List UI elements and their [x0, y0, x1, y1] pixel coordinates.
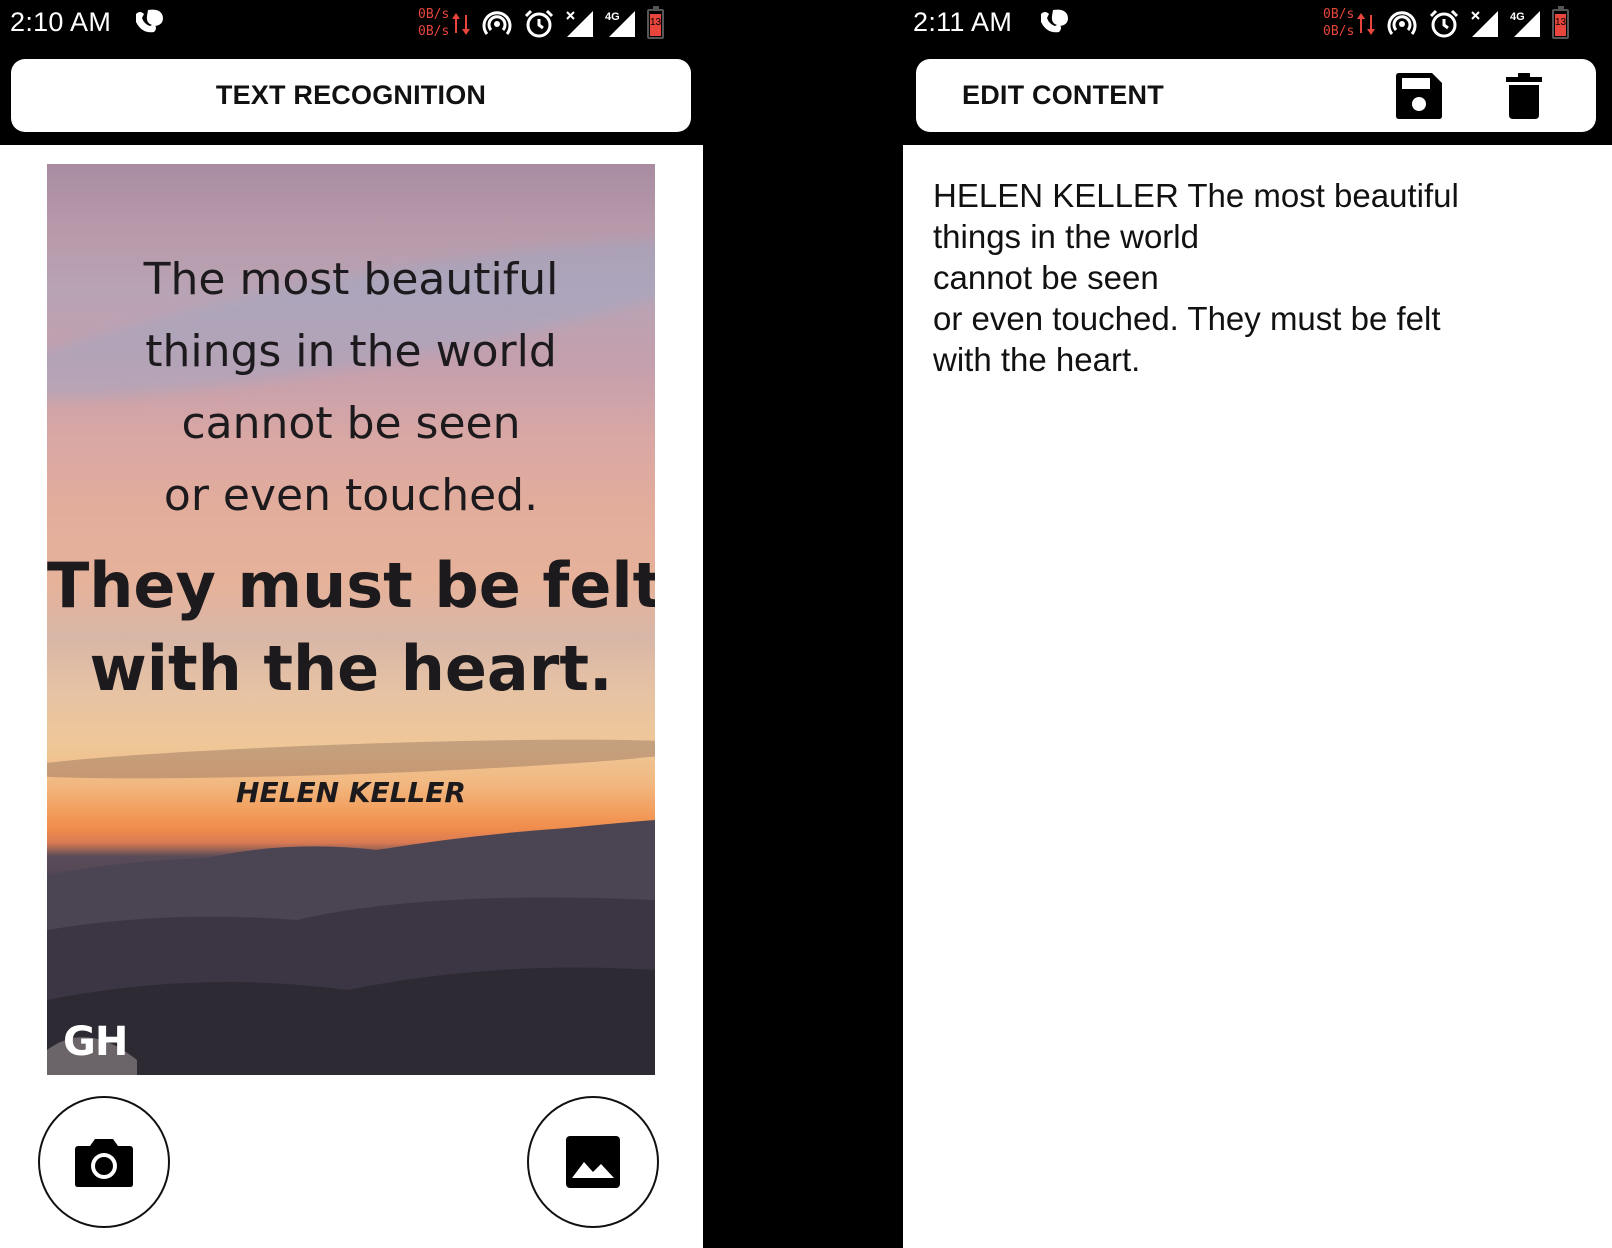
alarm-icon	[1429, 9, 1459, 38]
image-icon	[566, 1136, 620, 1188]
whatsapp-notification-icon	[1041, 9, 1068, 33]
content-text-editor[interactable]: HELEN KELLER The most beautiful things i…	[933, 175, 1533, 380]
svg-text:4G: 4G	[605, 11, 620, 23]
quote-image: The most beautiful things in the world c…	[47, 164, 655, 1075]
quote-line: The most beautiful	[143, 254, 559, 305]
signal-no-sim-icon	[1471, 11, 1498, 37]
edit-content-screen: 2:11 AM 0B/s 0B/s 4G 13 EDIT CONTENT HEL…	[903, 0, 1612, 1248]
signal-4g-icon: 4G	[1510, 11, 1540, 37]
delete-icon	[1506, 73, 1542, 119]
camera-icon	[75, 1139, 133, 1187]
app-bar: EDIT CONTENT	[916, 59, 1596, 132]
quote-line: with the heart.	[89, 632, 613, 705]
hotspot-icon	[1387, 11, 1417, 35]
status-time: 2:10 AM	[10, 7, 112, 37]
net-up-value: 0B/s	[418, 7, 450, 22]
data-transfer-icon	[1357, 13, 1375, 35]
gallery-button[interactable]	[527, 1096, 659, 1228]
text-recognition-screen: 2:10 AM 0B/s 0B/s 4G 13 TEXT RECOGNITION…	[0, 0, 703, 1248]
save-button[interactable]	[1394, 71, 1444, 121]
net-down-value: 0B/s	[1323, 24, 1355, 39]
page-title: TEXT RECOGNITION	[215, 80, 487, 110]
quote-line: things in the world	[145, 326, 557, 377]
alarm-icon	[524, 9, 554, 38]
network-speed: 0B/s 0B/s	[1323, 6, 1354, 40]
network-speed: 0B/s 0B/s	[418, 6, 449, 40]
battery-level: 13	[1554, 17, 1567, 28]
status-icons: 4G 13	[451, 6, 664, 42]
camera-button[interactable]	[38, 1096, 170, 1228]
main-content: HELEN KELLER The most beautiful things i…	[903, 145, 1612, 1248]
quote-line: cannot be seen	[181, 398, 521, 449]
status-time: 2:11 AM	[913, 7, 1013, 37]
signal-no-sim-icon	[566, 11, 593, 37]
quote-author: HELEN KELLER	[236, 776, 466, 809]
signal-4g-icon: 4G	[605, 11, 635, 37]
whatsapp-notification-icon	[136, 9, 163, 33]
battery-icon: 13	[647, 6, 664, 39]
data-transfer-icon	[452, 13, 470, 35]
app-bar: TEXT RECOGNITION	[11, 59, 691, 132]
status-icons: 4G 13	[1356, 6, 1569, 42]
battery-level: 13	[649, 17, 662, 28]
page-title: EDIT CONTENT	[962, 80, 1164, 110]
quote-line: or even touched.	[163, 470, 539, 521]
delete-button[interactable]	[1499, 71, 1549, 121]
status-bar: 2:10 AM 0B/s 0B/s 4G 13	[0, 0, 703, 50]
battery-icon: 13	[1552, 6, 1569, 39]
quote-line: They must be felt	[47, 549, 655, 622]
save-icon	[1396, 73, 1442, 119]
net-down-value: 0B/s	[418, 24, 450, 39]
net-up-value: 0B/s	[1323, 7, 1355, 22]
status-bar: 2:11 AM 0B/s 0B/s 4G 13	[903, 0, 1612, 50]
gh-logo: GH	[63, 1019, 128, 1065]
svg-text:4G: 4G	[1510, 11, 1525, 23]
main-content: The most beautiful things in the world c…	[0, 145, 703, 1248]
hotspot-icon	[482, 11, 512, 35]
mountain-landscape	[47, 820, 655, 1075]
